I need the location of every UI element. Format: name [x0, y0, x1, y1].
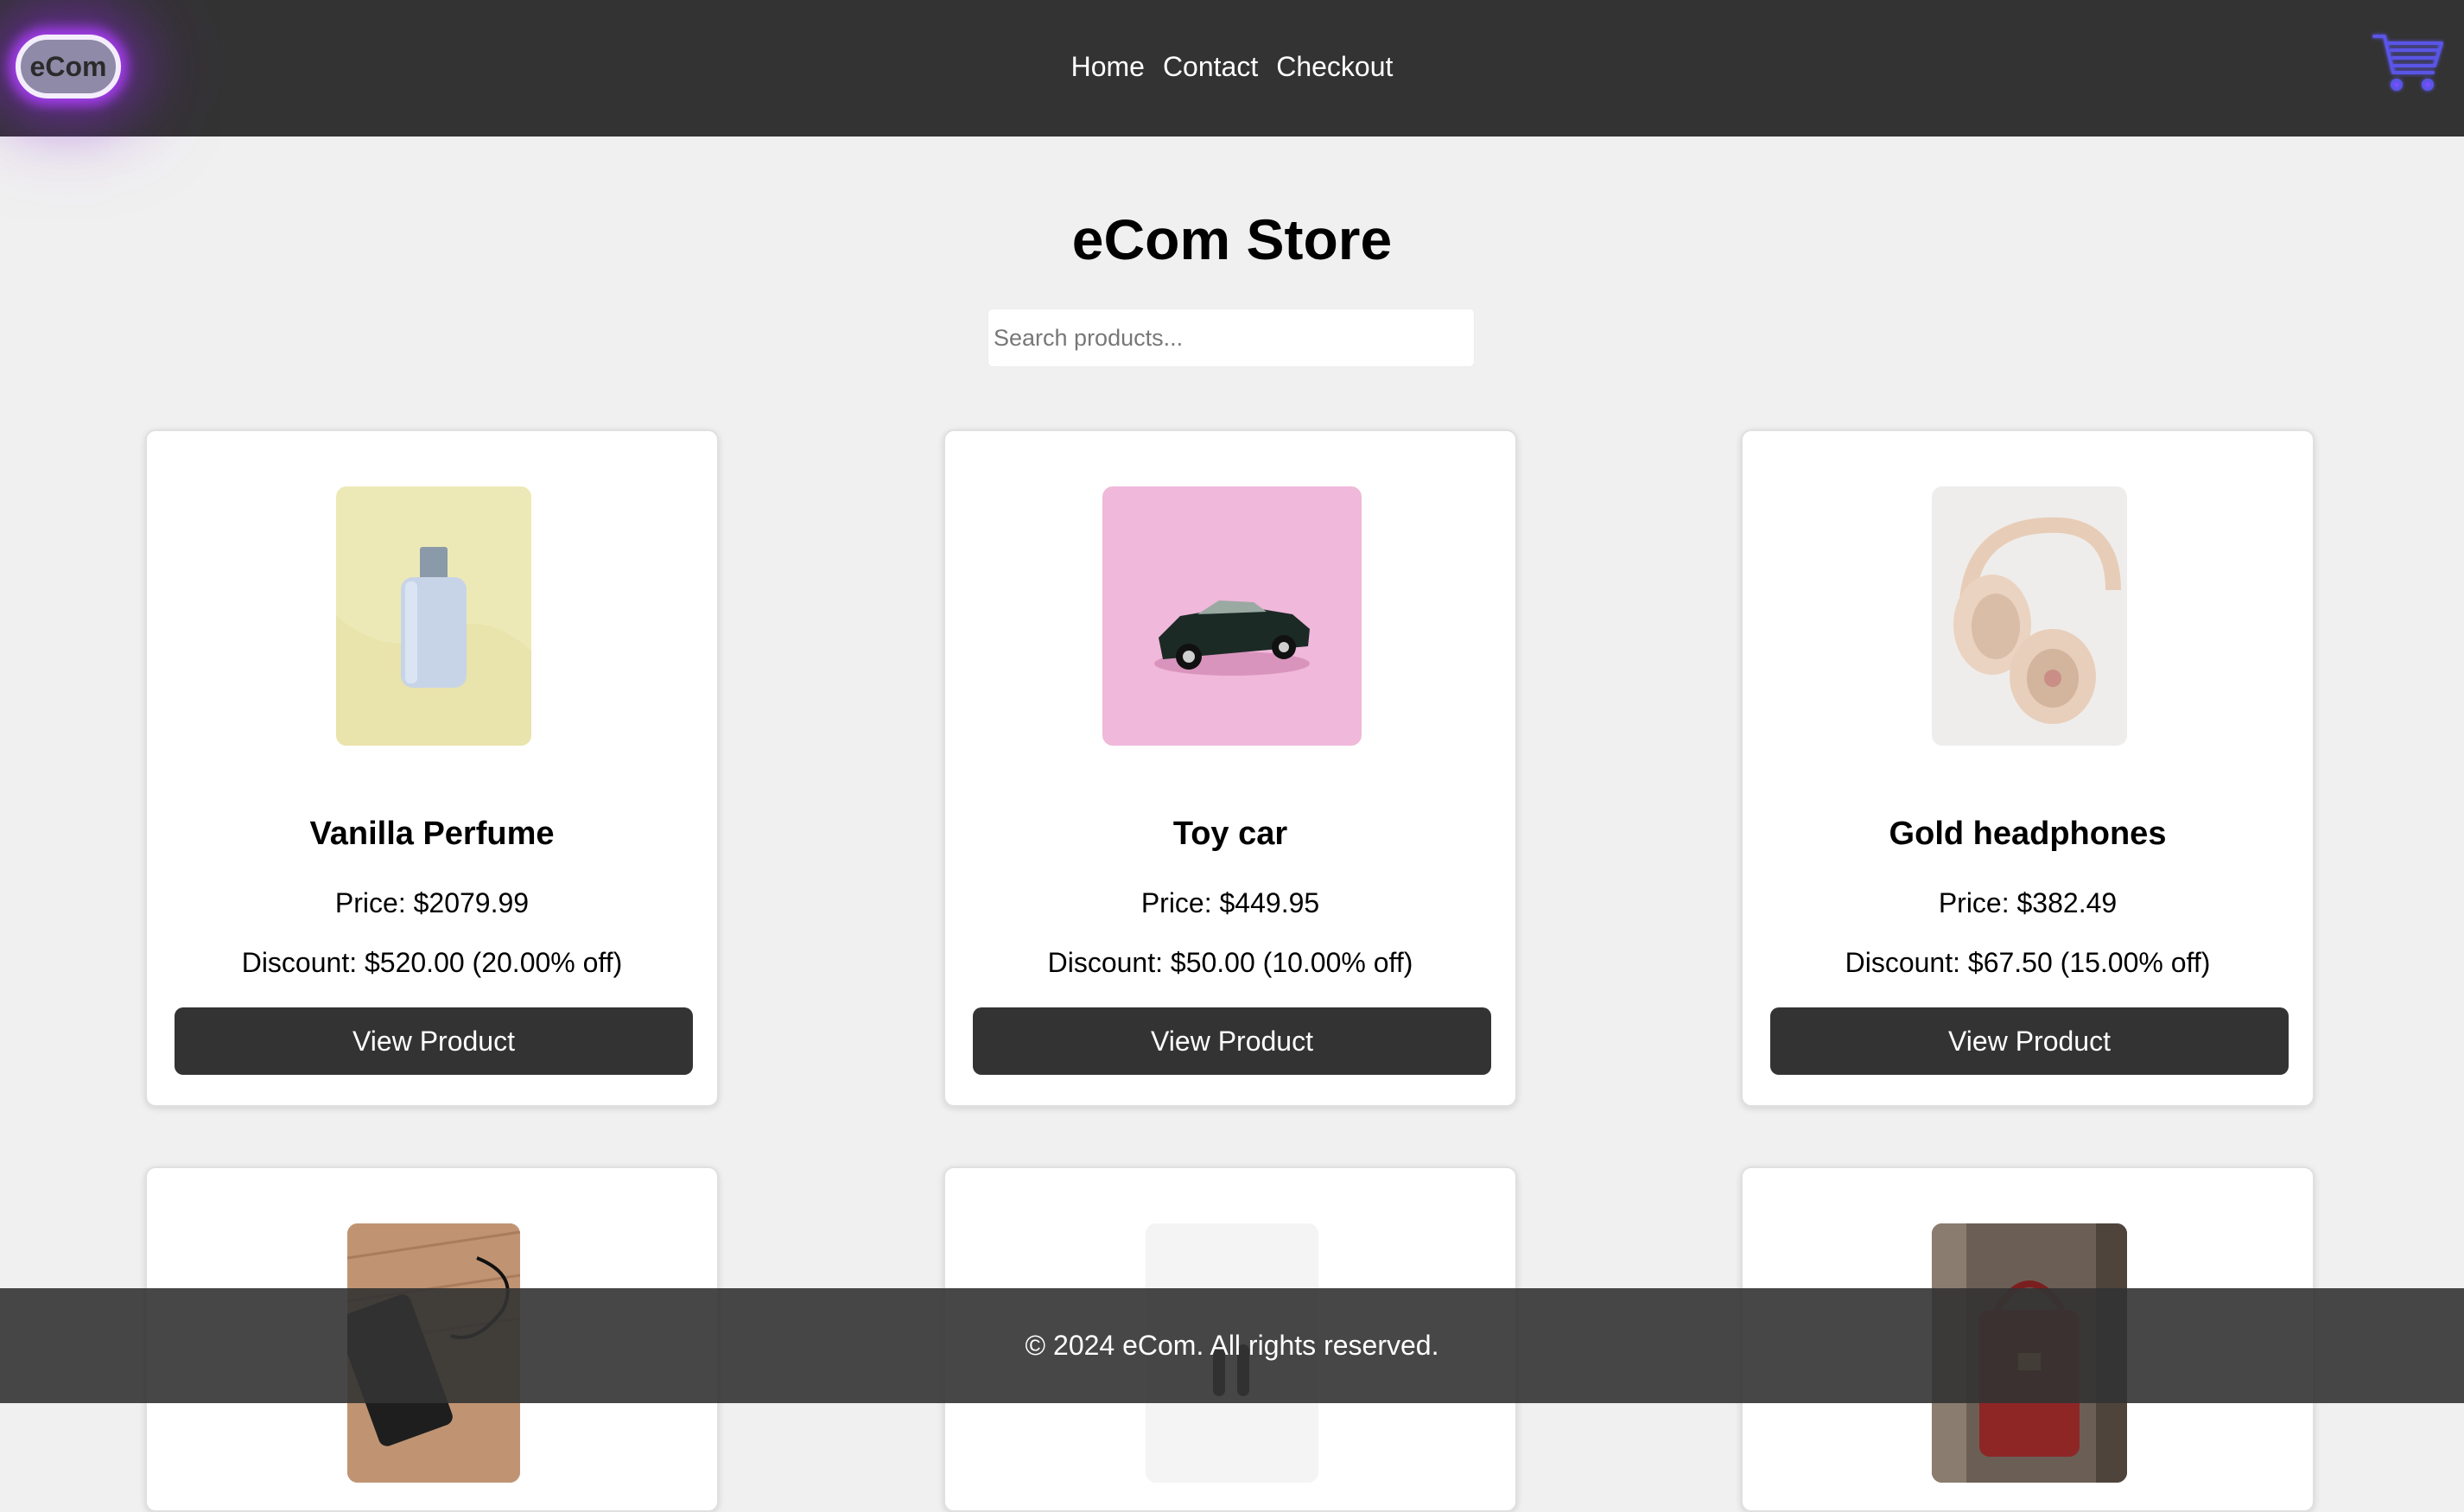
toy-car-icon — [1154, 600, 1310, 676]
toy-car-image[interactable] — [1102, 486, 1362, 746]
product-price: Price: $449.95 — [1140, 887, 1320, 918]
product-price: Price: $382.49 — [1938, 887, 2118, 918]
shopping-cart-icon — [2372, 35, 2443, 91]
product-discount: Discount: $520.00 (20.00% off) — [241, 947, 623, 978]
nav-link-home[interactable]: Home — [1071, 45, 1145, 88]
footer: © 2024 eCom. All rights reserved. — [0, 1288, 2464, 1403]
product-name: Gold headphones — [1889, 816, 2167, 852]
page-title: eCom Store — [1071, 207, 1393, 271]
product-discount: Discount: $67.50 (15.00% off) — [1845, 947, 2211, 978]
search-input[interactable] — [988, 308, 1475, 367]
product-name: Vanilla Perfume — [309, 816, 555, 852]
cart-button[interactable] — [2371, 31, 2445, 95]
view-product-button[interactable]: View Product — [175, 1007, 693, 1075]
product-discount: Discount: $50.00 (10.00% off) — [1047, 947, 1413, 978]
view-product-button[interactable]: View Product — [973, 1007, 1491, 1075]
perfume-bottle-image[interactable] — [336, 486, 531, 746]
perfume-bottle-icon — [336, 547, 531, 746]
top-nav-bar: eCom Home Contact Checkout — [0, 0, 2464, 137]
product-card: Toy car Price: $449.95 Discount: $50.00 … — [943, 429, 1517, 1107]
nav-link-contact[interactable]: Contact — [1163, 45, 1258, 88]
view-product-button[interactable]: View Product — [1770, 1007, 2289, 1075]
footer-copyright: © 2024 eCom. All rights reserved. — [1025, 1330, 1439, 1361]
headphones-icon — [1953, 517, 2121, 724]
main-nav: Home Contact Checkout — [0, 45, 2464, 88]
product-card: Vanilla Perfume Price: $2079.99 Discount… — [145, 429, 719, 1107]
product-price: Price: $2079.99 — [334, 887, 530, 918]
nav-link-checkout[interactable]: Checkout — [1276, 45, 1393, 88]
headphones-image[interactable] — [1932, 486, 2127, 746]
product-name: Toy car — [1172, 816, 1288, 852]
product-card: Gold headphones Price: $382.49 Discount:… — [1741, 429, 2315, 1107]
